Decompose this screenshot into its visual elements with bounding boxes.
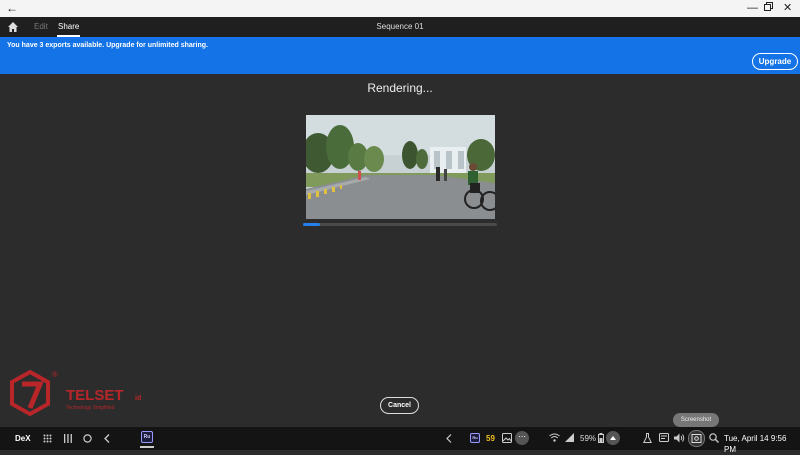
window-titlebar: ← — ✕ (0, 0, 800, 17)
screenshot-button[interactable] (688, 430, 705, 447)
dex-taskbar: DeX Ru Ru 59 ⋯ 59% Tue, April 14 9:56 PM (0, 427, 800, 454)
sequence-title: Sequence 01 (376, 22, 424, 31)
screenshot-tooltip: Screenshot (673, 413, 719, 427)
close-icon[interactable]: ✕ (783, 2, 792, 15)
volume-icon[interactable] (674, 433, 685, 443)
premiere-rush-tray-icon[interactable]: Ru (470, 433, 480, 443)
wifi-icon (549, 433, 560, 442)
quick-panel-up-icon[interactable] (606, 431, 620, 445)
screenshot-icon (691, 434, 702, 443)
watermark-suffix: id (135, 395, 141, 402)
clock-datetime[interactable]: Tue, April 14 9:56 PM (724, 433, 800, 455)
recent-apps-icon[interactable] (64, 434, 72, 443)
gallery-icon[interactable] (502, 433, 512, 443)
chevron-left-icon[interactable] (446, 434, 452, 443)
rendering-status: Rendering... (367, 81, 433, 95)
search-icon[interactable] (709, 433, 719, 443)
back-button-icon[interactable] (104, 434, 110, 443)
app-header: Edit Share Sequence 01 (0, 17, 800, 37)
battery-level: 59% (580, 434, 597, 443)
telset-watermark-logo: ® TELSET id Technology Simplified (8, 368, 148, 420)
render-progress-fill (303, 223, 321, 226)
signal-icon (565, 433, 574, 442)
render-progress-bar (303, 223, 497, 226)
home-button-icon[interactable] (83, 434, 92, 443)
apps-grid-icon[interactable] (43, 434, 52, 443)
dex-label[interactable]: DeX (15, 433, 31, 444)
minimize-icon[interactable]: — (747, 2, 758, 15)
upgrade-banner: You have 3 exports available. Upgrade fo… (0, 37, 800, 74)
banner-message: You have 3 exports available. Upgrade fo… (7, 42, 208, 49)
flask-icon[interactable] (643, 433, 652, 443)
restore-icon[interactable] (764, 2, 773, 15)
active-app-indicator (140, 446, 154, 448)
arrow-left-icon[interactable]: ← (6, 1, 18, 15)
watermark-brand: TELSET (66, 387, 124, 404)
battery-icon (598, 433, 604, 443)
upgrade-button[interactable]: Upgrade (752, 53, 798, 70)
watermark-tagline: Technology Simplified (66, 405, 115, 411)
premiere-rush-app-icon[interactable]: Ru (141, 431, 153, 443)
cancel-button[interactable]: Cancel (380, 397, 419, 414)
watermark-registered-mark: ® (52, 370, 58, 379)
more-apps-icon[interactable]: ⋯ (515, 431, 529, 445)
video-preview-thumbnail (306, 115, 495, 219)
tray-notification-badge[interactable]: 59 (486, 433, 495, 444)
message-icon[interactable] (659, 433, 669, 442)
